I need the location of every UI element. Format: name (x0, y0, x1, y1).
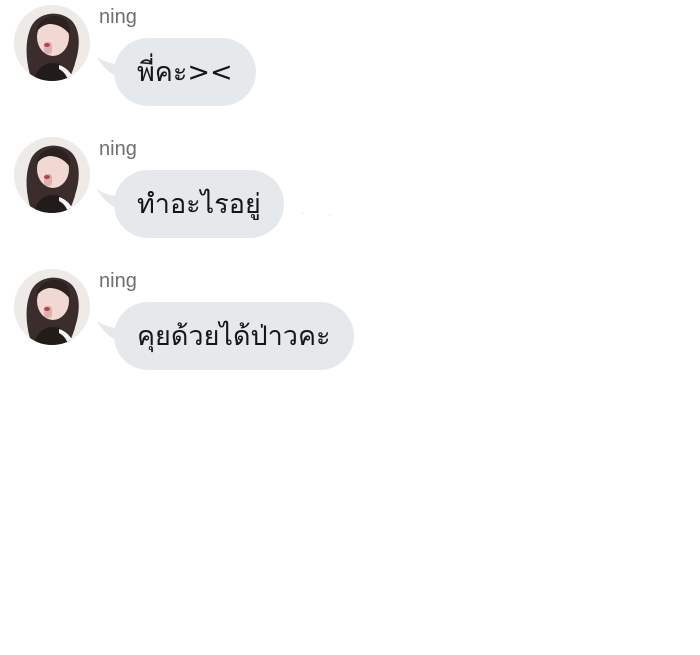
sender-name: ning (99, 138, 137, 160)
background-speck (302, 212, 304, 214)
message-text: ทำอะไรอยู่ (137, 188, 261, 220)
chat-message-1: ning พี่คะ>< (0, 0, 700, 110)
sender-name: ning (99, 270, 137, 292)
profile-photo-avatar-icon (14, 269, 90, 345)
message-bubble[interactable]: พี่คะ>< (114, 38, 256, 106)
message-text: คุยด้วยได้ป่าวคะ (137, 320, 331, 352)
sender-avatar[interactable] (14, 137, 90, 213)
message-text: พี่คะ>< (137, 56, 233, 88)
message-bubble[interactable]: คุยด้วยได้ป่าวคะ (114, 302, 354, 370)
message-bubble[interactable]: ทำอะไรอยู่ (114, 170, 284, 238)
sender-avatar[interactable] (14, 269, 90, 345)
chat-message-2: ning ทำอะไรอยู่ (0, 132, 700, 242)
sender-name: ning (99, 6, 137, 28)
profile-photo-avatar-icon (14, 5, 90, 81)
sender-avatar[interactable] (14, 5, 90, 81)
chat-thread: ning พี่คะ>< ning ทำอะไรอยู่ ning คุยด้ว… (0, 0, 700, 655)
background-speck (329, 214, 331, 216)
chat-message-3: ning คุยด้วยได้ป่าวคะ (0, 264, 700, 374)
profile-photo-avatar-icon (14, 137, 90, 213)
